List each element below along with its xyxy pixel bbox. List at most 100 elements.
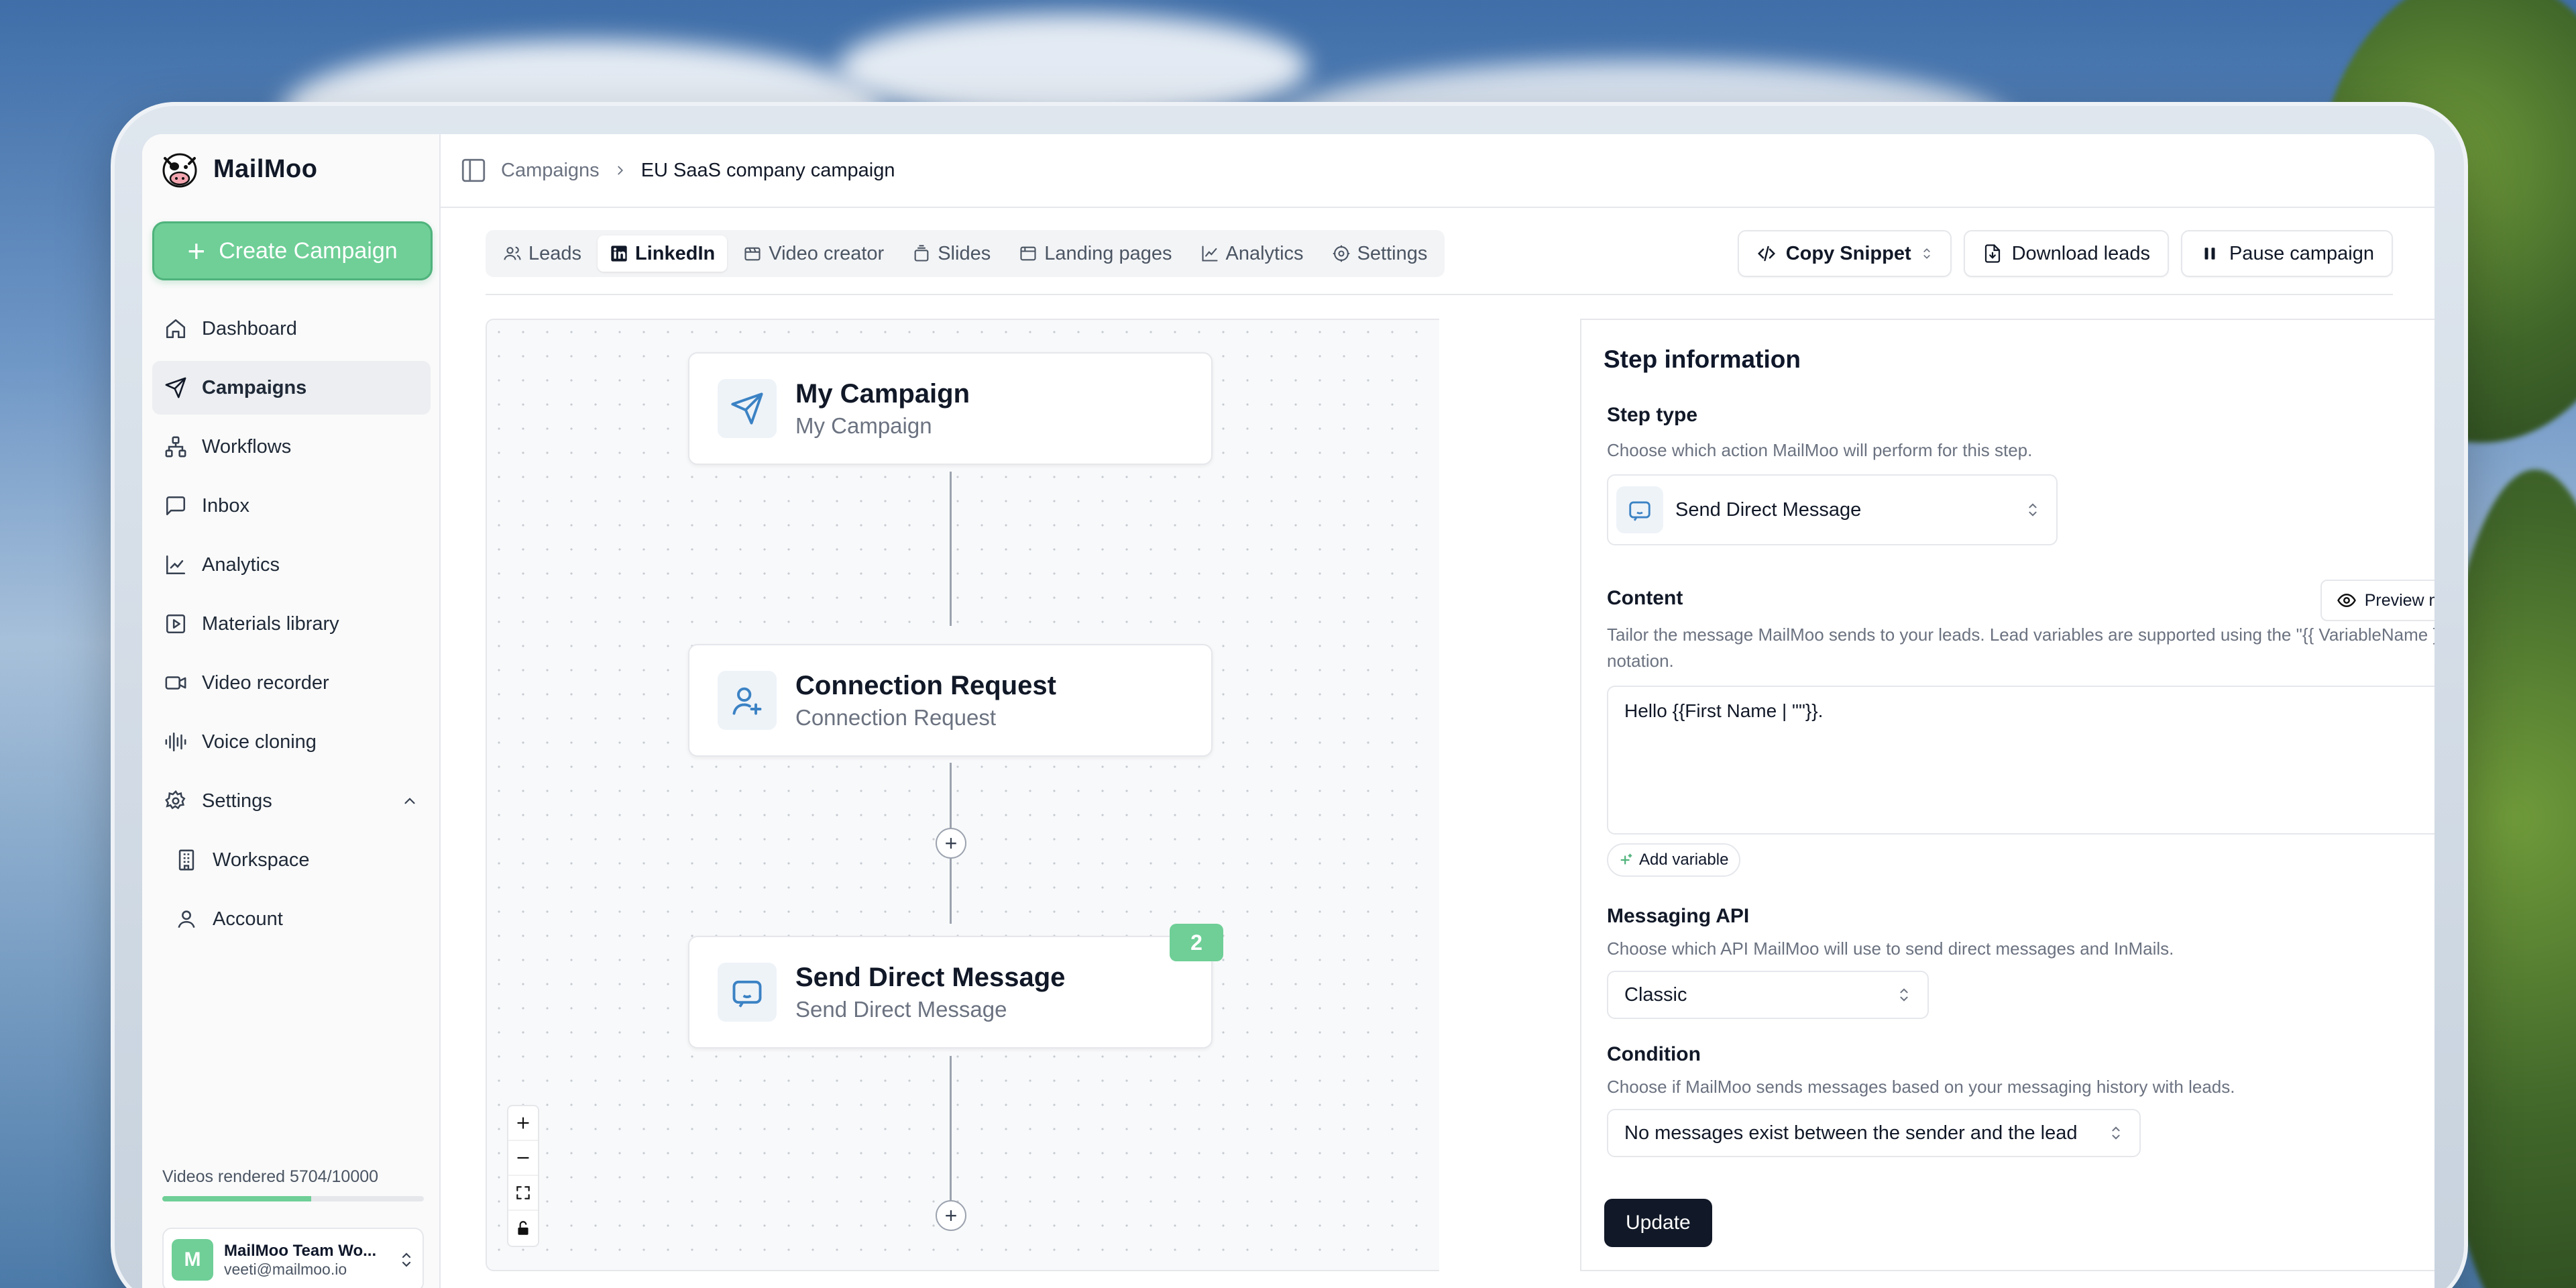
download-leads-button[interactable]: Download leads bbox=[1963, 230, 2169, 277]
zoom-in-button[interactable] bbox=[508, 1106, 538, 1141]
add-step-button[interactable]: + bbox=[936, 1200, 966, 1231]
sidebar-item-materials-library[interactable]: Materials library bbox=[152, 597, 431, 651]
sidebar-item-workflows[interactable]: Workflows bbox=[152, 420, 431, 474]
audio-wave-icon bbox=[165, 732, 186, 752]
pause-campaign-button[interactable]: Pause campaign bbox=[2180, 230, 2393, 277]
node-icon-box bbox=[718, 671, 777, 730]
sidebar-item-label: Analytics bbox=[202, 553, 280, 576]
tab-linkedin[interactable]: LinkedIn bbox=[598, 235, 728, 272]
send-icon bbox=[165, 377, 186, 398]
message-content-textarea[interactable]: Hello {{First Name | ""}}. bbox=[1607, 686, 2434, 835]
node-icon-box bbox=[1616, 486, 1663, 533]
tab-label: Analytics bbox=[1225, 242, 1304, 264]
sidebar-item-inbox[interactable]: Inbox bbox=[152, 479, 431, 533]
node-icon-box bbox=[718, 379, 777, 438]
tab-leads[interactable]: Leads bbox=[491, 235, 594, 272]
sidebar-item-analytics[interactable]: Analytics bbox=[152, 538, 431, 592]
messaging-api-value: Classic bbox=[1624, 983, 1687, 1006]
messaging-api-select[interactable]: Classic bbox=[1607, 971, 1929, 1019]
messaging-api-help: Choose which API MailMoo will use to sen… bbox=[1607, 938, 2174, 959]
campaign-actions: Copy Snippet Download leads Pause campai… bbox=[1737, 230, 2393, 277]
gear-icon bbox=[165, 790, 186, 810]
step-count-badge: 2 bbox=[1170, 924, 1223, 961]
breadcrumb-current: EU SaaS company campaign bbox=[640, 159, 895, 181]
preview-message-button[interactable]: Preview message bbox=[2320, 580, 2434, 621]
account-switcher[interactable]: M MailMoo Team Wo... veeti@mailmoo.io bbox=[162, 1228, 424, 1288]
condition-value: No messages exist between the sender and… bbox=[1624, 1122, 2078, 1144]
sidebar-item-video-recorder[interactable]: Video recorder bbox=[152, 656, 431, 710]
node-subtitle: My Campaign bbox=[795, 413, 932, 438]
cow-logo-icon bbox=[162, 153, 197, 188]
topbar: Campaigns EU SaaS company campaign bbox=[441, 134, 2434, 208]
add-variable-button[interactable]: Add variable bbox=[1607, 843, 1741, 877]
sidebar-item-label: Campaigns bbox=[202, 376, 307, 398]
tab-settings[interactable]: Settings bbox=[1320, 235, 1440, 272]
node-title: Connection Request bbox=[795, 670, 1056, 700]
step-type-select[interactable]: Send Direct Message bbox=[1607, 474, 2058, 545]
line-chart-icon bbox=[1201, 246, 1218, 262]
sidebar-item-label: Workspace bbox=[213, 849, 310, 871]
sidebar-item-label: Inbox bbox=[202, 494, 249, 517]
create-campaign-button[interactable]: + Create Campaign bbox=[152, 221, 433, 280]
node-subtitle: Send Direct Message bbox=[795, 996, 1007, 1022]
tab-slides[interactable]: Slides bbox=[900, 235, 1003, 272]
lock-canvas-button[interactable] bbox=[508, 1211, 538, 1246]
content-help: Tailor the message MailMoo sends to your… bbox=[1607, 625, 2434, 671]
flow-node-send-direct-message[interactable]: Send Direct Message Send Direct Message bbox=[688, 936, 1213, 1049]
tab-video-creator[interactable]: Video creator bbox=[731, 235, 896, 272]
send-icon bbox=[731, 392, 763, 425]
sidebar-item-label: Materials library bbox=[202, 612, 339, 635]
sidebar-item-account[interactable]: Account bbox=[152, 892, 431, 946]
header-divider bbox=[486, 294, 2393, 295]
message-content-value: Hello {{First Name | ""}}. bbox=[1624, 700, 1824, 721]
flow-node-connection-request[interactable]: Connection Request Connection Request bbox=[688, 644, 1213, 757]
code-icon bbox=[1757, 246, 1775, 262]
tab-label: Leads bbox=[528, 242, 582, 264]
step-information-panel: Step information Step type Choose which … bbox=[1580, 319, 2434, 1271]
eye-icon bbox=[2337, 593, 2356, 608]
preview-message-label: Preview message bbox=[2364, 590, 2434, 610]
fit-view-button[interactable] bbox=[508, 1176, 538, 1211]
user-plus-icon bbox=[732, 687, 762, 715]
sparkle-plus-icon bbox=[1620, 853, 1632, 865]
flow-connector bbox=[950, 1056, 952, 1203]
sidebar-toggle-icon[interactable] bbox=[459, 156, 488, 184]
add-variable-label: Add variable bbox=[1639, 851, 1729, 869]
sidebar-nav: Dashboard Campaigns Workflows Inbox Anal… bbox=[152, 302, 431, 951]
tab-landing-pages[interactable]: Landing pages bbox=[1007, 235, 1184, 272]
sidebar-item-voice-cloning[interactable]: Voice cloning bbox=[152, 715, 431, 769]
copy-snippet-button[interactable]: Copy Snippet bbox=[1737, 230, 1952, 277]
message-bot-icon bbox=[732, 980, 762, 1008]
breadcrumb-parent[interactable]: Campaigns bbox=[501, 160, 600, 182]
flow-connector bbox=[950, 472, 952, 626]
users-icon bbox=[504, 246, 521, 260]
flow-canvas[interactable]: My Campaign My Campaign Connection Reque… bbox=[486, 319, 1439, 1271]
create-campaign-label: Create Campaign bbox=[219, 237, 398, 264]
node-text: Connection Request Connection Request bbox=[795, 671, 1056, 731]
account-email: veeti@mailmoo.io bbox=[224, 1260, 347, 1278]
sidebar-item-settings[interactable]: Settings bbox=[152, 774, 431, 828]
messaging-api-label: Messaging API bbox=[1607, 905, 1750, 927]
zoom-out-button[interactable] bbox=[508, 1141, 538, 1176]
add-step-button[interactable]: + bbox=[936, 828, 966, 859]
chevrons-up-down-icon bbox=[1923, 248, 1930, 259]
slides-icon bbox=[914, 245, 929, 262]
zoom-controls bbox=[507, 1105, 539, 1247]
sidebar-item-campaigns[interactable]: Campaigns bbox=[152, 361, 431, 415]
tab-label: Slides bbox=[938, 242, 991, 264]
workflow-icon bbox=[165, 436, 186, 458]
sidebar-item-workspace[interactable]: Workspace bbox=[152, 833, 431, 887]
video-icon bbox=[165, 676, 186, 690]
condition-select[interactable]: No messages exist between the sender and… bbox=[1607, 1109, 2141, 1157]
update-button[interactable]: Update bbox=[1604, 1199, 1712, 1247]
node-text: My Campaign My Campaign bbox=[795, 379, 970, 439]
account-name: MailMoo Team Wo... bbox=[224, 1241, 377, 1260]
chevron-up-icon[interactable] bbox=[401, 792, 418, 810]
tab-analytics[interactable]: Analytics bbox=[1188, 235, 1316, 272]
flow-node-my-campaign[interactable]: My Campaign My Campaign bbox=[688, 352, 1213, 465]
video-usage-bar bbox=[162, 1196, 424, 1201]
tab-label: LinkedIn bbox=[635, 242, 716, 264]
sidebar-item-dashboard[interactable]: Dashboard bbox=[152, 302, 431, 356]
pause-icon bbox=[2204, 248, 2215, 260]
brand[interactable]: MailMoo bbox=[156, 145, 317, 193]
